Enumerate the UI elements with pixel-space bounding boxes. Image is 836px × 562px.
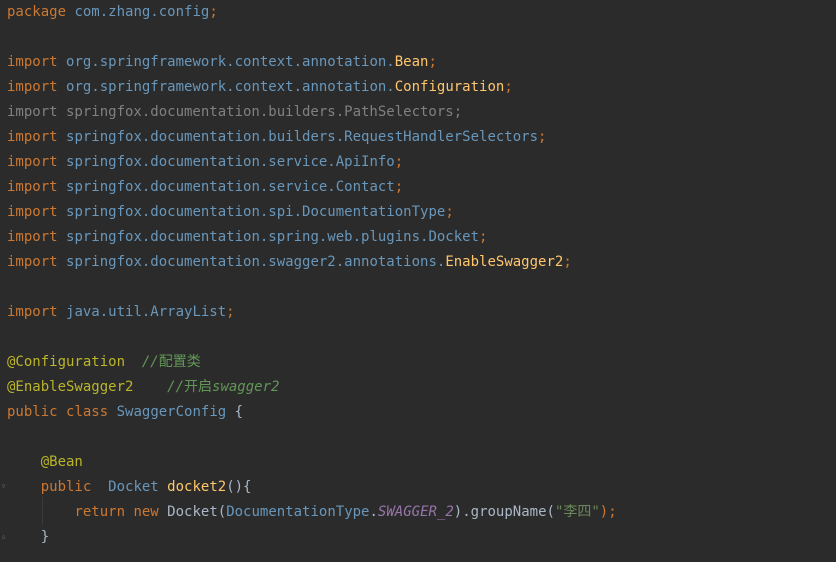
code-token: (){	[226, 479, 252, 495]
code-token: new	[133, 504, 159, 520]
code-token: }	[7, 529, 50, 545]
code-token: ;	[209, 4, 218, 20]
code-token: @Bean	[40, 454, 83, 470]
code-token: @EnableSwagger2	[7, 379, 134, 395]
code-token: {	[226, 404, 244, 420]
code-token: ;	[428, 54, 437, 70]
code-token: import	[7, 229, 58, 245]
code-token: SWAGGER_2	[377, 504, 454, 520]
code-token: .	[369, 504, 378, 520]
code-line[interactable]: public Docket docket2(){	[7, 475, 252, 500]
code-line[interactable]: import org.springframework.context.annot…	[7, 50, 437, 75]
code-line[interactable]: @Bean	[7, 450, 83, 475]
code-line[interactable]: import springfox.documentation.spi.Docum…	[7, 200, 454, 225]
code-token: ;	[538, 129, 547, 145]
code-line[interactable]: package com.zhang.config;	[7, 0, 218, 25]
code-token: );	[599, 504, 617, 520]
code-token: docket2	[167, 479, 227, 495]
code-line[interactable]: return new Docket(DocumentationType.SWAG…	[7, 500, 617, 525]
code-token: class	[66, 404, 109, 420]
code-token: import	[7, 204, 58, 220]
code-token: EnableSwagger2	[445, 254, 564, 270]
code-token: com.zhang.config	[74, 4, 210, 20]
fold-marker-icon[interactable]: ▿	[0, 474, 7, 499]
code-token: public	[40, 479, 92, 495]
code-token: ;	[479, 229, 488, 245]
code-line[interactable]: import springfox.documentation.service.A…	[7, 150, 403, 175]
code-token: "李四"	[554, 504, 600, 520]
fold-marker-icon[interactable]: ▵	[0, 524, 7, 549]
code-token: import	[7, 154, 58, 170]
code-token: springfox.documentation.spi.Documentatio…	[66, 204, 446, 220]
code-token: springfox.documentation.swagger2.annotat…	[66, 254, 446, 270]
code-token: import springfox.documentation.builders.…	[7, 104, 463, 120]
code-line[interactable]: @Configuration //配置类	[7, 350, 201, 375]
code-token: @Configuration	[7, 354, 126, 370]
code-token: SwaggerConfig	[116, 404, 227, 420]
code-line[interactable]: import springfox.documentation.spring.we…	[7, 225, 487, 250]
code-token: public	[7, 404, 58, 420]
code-token: ;	[394, 179, 404, 195]
code-line[interactable]: import springfox.documentation.builders.…	[7, 100, 462, 125]
code-token: ;	[504, 79, 513, 95]
code-token: ;	[226, 304, 235, 320]
code-token: org.springframework.context.annotation.	[66, 54, 395, 70]
code-line[interactable]: import java.util.ArrayList;	[7, 300, 235, 325]
code-token: DocumentationType	[226, 504, 370, 520]
code-token: Configuration	[394, 79, 505, 95]
code-token: ).groupName(	[453, 504, 555, 520]
code-token: 配置类	[158, 354, 201, 370]
code-token: Docket	[108, 479, 159, 495]
code-line[interactable]: }	[7, 525, 49, 550]
code-token: org.springframework.context.annotation.	[66, 79, 395, 95]
code-line[interactable]: public class SwaggerConfig {	[7, 400, 243, 425]
code-token: swagger2	[212, 379, 280, 395]
code-token: Bean	[394, 54, 429, 70]
code-token: ;	[394, 154, 404, 170]
code-token: import	[7, 79, 58, 95]
code-token: java.util.ArrayList	[66, 304, 227, 320]
code-line[interactable]: @EnableSwagger2 //开启swagger2	[7, 375, 279, 400]
code-line[interactable]: import org.springframework.context.annot…	[7, 75, 513, 100]
code-token: package	[7, 4, 67, 20]
code-line[interactable]: import springfox.documentation.swagger2.…	[7, 250, 572, 275]
code-token: ;	[445, 204, 454, 220]
code-token: ;	[563, 254, 572, 270]
code-token: springfox.documentation.service.Contact	[66, 179, 395, 195]
code-token: import	[7, 179, 58, 195]
code-token: //	[167, 379, 185, 395]
code-token: 开启	[184, 379, 213, 395]
code-editor[interactable]: ▿ ▵ package com.zhang.config; import org.…	[0, 0, 836, 562]
code-token: import	[7, 304, 58, 320]
code-line[interactable]: import springfox.documentation.service.C…	[7, 175, 403, 200]
code-line[interactable]: import springfox.documentation.builders.…	[7, 125, 546, 150]
code-token: import	[7, 54, 58, 70]
code-token: //	[141, 354, 159, 370]
code-token: return	[74, 504, 126, 520]
code-token: springfox.documentation.builders.Request…	[66, 129, 539, 145]
code-token: springfox.documentation.service.ApiInfo	[66, 154, 395, 170]
code-token: Docket(	[158, 504, 227, 520]
code-token: springfox.documentation.spring.web.plugi…	[66, 229, 480, 245]
code-token: import	[7, 129, 58, 145]
code-token: import	[7, 254, 58, 270]
